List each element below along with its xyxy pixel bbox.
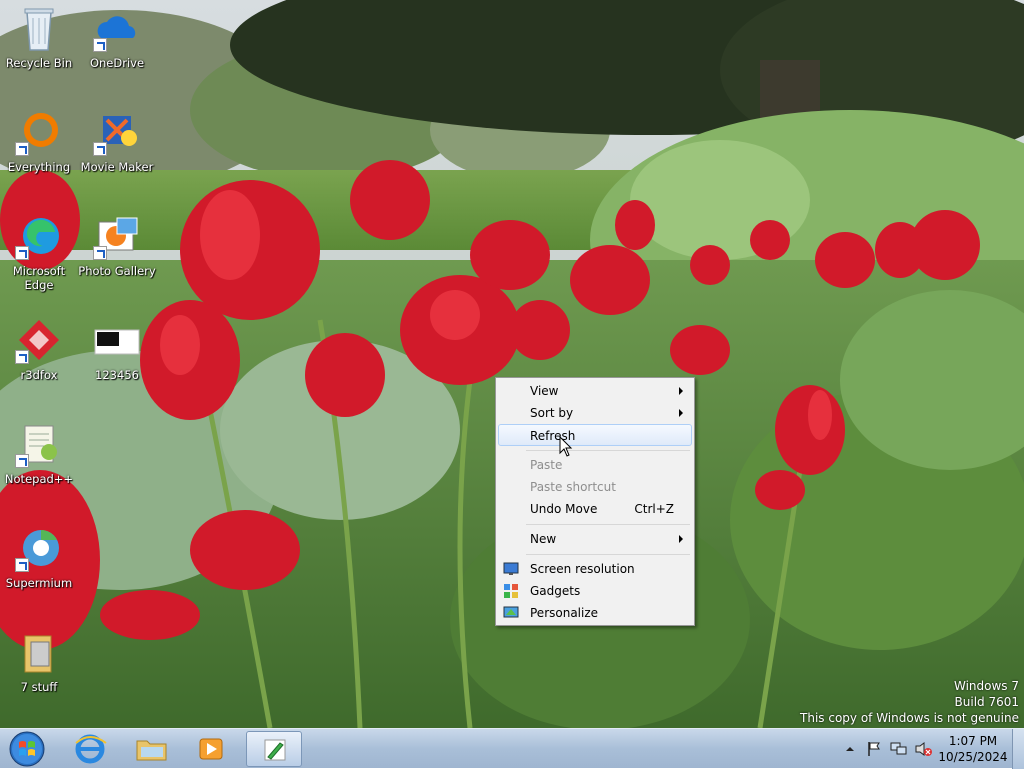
desktop-icon-label: Movie Maker <box>80 160 154 174</box>
taskbar-windows-explorer[interactable] <box>123 731 179 767</box>
menu-item-label: Paste <box>530 458 563 472</box>
desktop-context-menu: View Sort by Refresh Paste Paste shortcu… <box>495 377 695 626</box>
start-button[interactable] <box>4 729 50 769</box>
menu-item-shortcut: Ctrl+Z <box>634 502 674 516</box>
desktop-icon-123456[interactable]: 123456 <box>78 312 156 408</box>
network-icon[interactable] <box>890 741 908 757</box>
watermark-build: Build 7601 <box>954 695 1019 709</box>
shortcut-arrow-icon <box>15 246 29 260</box>
menu-item-gadgets[interactable]: Gadgets <box>498 580 692 602</box>
submenu-arrow-icon <box>679 409 683 417</box>
menu-item-paste-shortcut[interactable]: Paste shortcut <box>498 476 692 498</box>
desktop-icon-label: Photo Gallery <box>78 264 156 278</box>
menu-item-sort-by[interactable]: Sort by <box>498 402 692 424</box>
gadgets-icon <box>503 583 519 599</box>
edge-icon <box>15 212 63 260</box>
shortcut-arrow-icon <box>93 38 107 52</box>
volume-muted-icon[interactable] <box>914 741 932 757</box>
menu-item-screen-resolution[interactable]: Screen resolution <box>498 558 692 580</box>
shortcut-arrow-icon <box>15 350 29 364</box>
folder-icon <box>136 740 167 761</box>
desktop-icon-recycle-bin[interactable]: Recycle Bin <box>0 0 78 96</box>
genuine-watermark: Windows 7 Build 7601 This copy of Window… <box>800 678 1019 726</box>
clock-time: 1:07 PM <box>948 734 998 748</box>
taskbar-active-window[interactable] <box>246 731 302 767</box>
menu-item-label: Screen resolution <box>530 562 635 576</box>
desktop-icon-supermium[interactable]: Supermium <box>0 520 78 616</box>
menu-item-paste[interactable]: Paste <box>498 454 692 476</box>
desktop-icon-label: Everything <box>7 160 71 174</box>
shortcut-arrow-icon <box>15 454 29 468</box>
supermium-icon <box>15 524 63 572</box>
desktop-icon-label: Microsoft Edge <box>12 264 66 292</box>
menu-separator <box>526 554 690 555</box>
photo-gallery-icon <box>93 212 141 260</box>
submenu-arrow-icon <box>679 535 683 543</box>
folder-icon <box>15 628 63 676</box>
desktop-icon-label: OneDrive <box>89 56 145 70</box>
action-center-flag-icon[interactable] <box>866 741 882 757</box>
everything-icon <box>15 108 63 156</box>
desktop-icon-photo-gallery[interactable]: Photo Gallery <box>78 208 156 304</box>
desktop-icon-onedrive[interactable]: OneDrive <box>78 0 156 96</box>
menu-item-label: View <box>530 384 559 398</box>
show-desktop-button[interactable] <box>1012 729 1024 769</box>
desktop-icon-microsoft-edge[interactable]: Microsoft Edge <box>0 208 78 304</box>
desktop-icon-label: 123456 <box>95 368 139 382</box>
onedrive-icon <box>93 4 141 52</box>
desktop-icon-label: Supermium <box>5 576 73 590</box>
menu-item-label: Undo Move <box>530 502 598 516</box>
menu-item-label: Sort by <box>530 406 574 420</box>
watermark-os: Windows 7 <box>953 679 1019 693</box>
menu-separator <box>526 450 690 451</box>
desktop-icon-label: 7 stuff <box>20 680 58 694</box>
r3dfox-icon <box>15 316 63 364</box>
desktop-icon-notepadpp[interactable]: Notepad++ <box>0 416 78 512</box>
menu-item-label: Gadgets <box>530 584 581 598</box>
menu-item-view[interactable]: View <box>498 380 692 402</box>
shortcut-arrow-icon <box>15 142 29 156</box>
shortcut-arrow-icon <box>93 246 107 260</box>
taskbar-internet-explorer[interactable] <box>62 731 118 767</box>
menu-item-label: New <box>530 532 557 546</box>
movie-maker-icon <box>93 108 141 156</box>
desktop-icon-everything[interactable]: Everything <box>0 104 78 200</box>
desktop-icon-label: Notepad++ <box>4 472 74 486</box>
pencil-icon <box>264 739 286 761</box>
taskbar-media-player[interactable] <box>183 731 239 767</box>
submenu-arrow-icon <box>679 387 683 395</box>
desktop-icon-movie-maker[interactable]: Movie Maker <box>78 104 156 200</box>
menu-item-undo-move[interactable]: Undo Move Ctrl+Z <box>498 498 692 520</box>
desktop-icon-7-stuff[interactable]: 7 stuff <box>0 624 78 720</box>
taskbar-clock[interactable]: 1:07 PM 10/25/2024 <box>938 733 1008 765</box>
mouse-cursor-icon <box>559 435 573 458</box>
personalize-icon <box>503 605 519 621</box>
menu-item-refresh[interactable]: Refresh <box>498 424 692 446</box>
media-player-icon <box>199 738 223 760</box>
menu-item-label: Paste shortcut <box>530 480 616 494</box>
desktop-icon-label: r3dfox <box>20 368 58 382</box>
menu-item-personalize[interactable]: Personalize <box>498 602 692 624</box>
screen-resolution-icon <box>503 561 519 577</box>
internet-explorer-icon <box>75 734 107 764</box>
tray-show-hidden-icons[interactable] <box>845 743 855 753</box>
shortcut-arrow-icon <box>93 142 107 156</box>
desktop-icon-r3dfox[interactable]: r3dfox <box>0 312 78 408</box>
clock-date: 10/25/2024 <box>938 750 1008 764</box>
taskbar: 1:07 PM 10/25/2024 <box>0 728 1024 769</box>
image-file-icon <box>93 316 141 364</box>
menu-separator <box>526 524 690 525</box>
watermark-genuine-notice: This copy of Windows is not genuine <box>800 711 1019 725</box>
notepadpp-icon <box>15 420 63 468</box>
recycle-bin-icon <box>15 4 63 52</box>
menu-item-new[interactable]: New <box>498 528 692 550</box>
desktop-icon-label: Recycle Bin <box>5 56 73 70</box>
windows-logo-icon <box>9 731 45 767</box>
shortcut-arrow-icon <box>15 558 29 572</box>
menu-item-label: Personalize <box>530 606 599 620</box>
